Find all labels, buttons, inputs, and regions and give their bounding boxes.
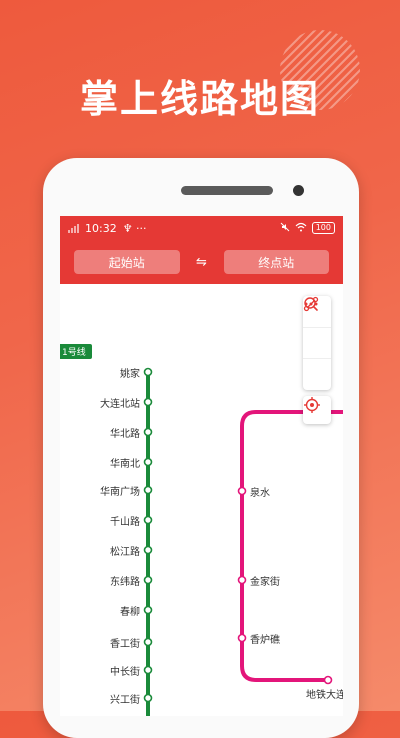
line1-stop-marker[interactable] [143,605,153,615]
route-toolbar: 起始站 ⇋ 终点站 [60,240,343,284]
search-icon[interactable] [303,297,331,359]
line1-station-label[interactable]: 中长街 [110,663,140,678]
signal-icon [68,223,79,233]
start-station-button[interactable]: 起始站 [74,250,180,274]
end-station-button[interactable]: 终点站 [223,250,329,274]
line1-station-label[interactable]: 兴工街 [110,691,140,706]
line2-stop-marker[interactable] [323,675,333,685]
phone-frame: 10:32 ♆ ··· 100 起始站 ⇋ 终点站 1号线 姚家 大连北站 华北… [43,158,359,738]
status-bar: 10:32 ♆ ··· 100 [60,216,343,240]
metro-map-canvas [143,367,343,716]
map-tools-panel [303,296,331,390]
mute-icon [280,222,290,235]
promo-headline: 掌上线路地图 [79,77,320,121]
line1-stop-marker[interactable] [143,457,153,467]
status-extra-icons: ♆ ··· [122,221,147,235]
swap-stations-button[interactable]: ⇋ [190,255,214,270]
line1-stop-marker[interactable] [143,427,153,437]
battery-indicator: 100 [311,222,335,234]
line1-station-label[interactable]: 东纬路 [110,573,140,588]
app-screen: 10:32 ♆ ··· 100 起始站 ⇋ 终点站 1号线 姚家 大连北站 华北… [60,216,343,716]
line1-station-label[interactable]: 姚家 [120,365,140,380]
line2-station-label[interactable]: 泉水 [250,484,270,499]
phone-camera [293,185,304,196]
line2-stop-marker[interactable] [237,486,247,496]
line1-stop-marker[interactable] [143,545,153,555]
line2-station-label[interactable]: 地铁大连 [306,686,343,701]
line1-station-label[interactable]: 华南广场 [100,483,140,498]
line2-stop-marker[interactable] [237,633,247,643]
line1-station-label[interactable]: 春柳 [120,603,140,618]
line1-stop-marker[interactable] [143,665,153,675]
locate-icon[interactable] [303,396,331,424]
line1-station-label[interactable]: 千山路 [110,513,140,528]
line1-stop-marker[interactable] [143,367,153,377]
line1-stop-marker[interactable] [143,575,153,585]
line1-station-label[interactable]: 香工街 [110,635,140,650]
line1-stop-marker[interactable] [143,485,153,495]
status-time: 10:32 [85,221,117,235]
wifi-icon [295,222,307,235]
line1-station-label[interactable]: 华北路 [110,425,140,440]
line1-stop-marker[interactable] [143,397,153,407]
line1-stop-marker[interactable] [143,637,153,647]
line2-station-label[interactable]: 金家街 [250,573,280,588]
line1-stop-marker[interactable] [143,693,153,703]
phone-speaker [181,186,273,195]
line1-station-label[interactable]: 大连北站 [100,395,140,410]
metro-map[interactable]: 1号线 姚家大连北站华北路华南北华南广场千山路松江路东纬路春柳香工街中长街兴工街… [60,284,343,716]
line1-stop-marker[interactable] [143,515,153,525]
line2-station-label[interactable]: 香炉礁 [250,631,280,646]
line2-stop-marker[interactable] [237,575,247,585]
more-icon[interactable] [303,302,331,390]
line1-station-label[interactable]: 华南北 [110,455,140,470]
line1-badge[interactable]: 1号线 [60,344,92,359]
line1-station-label[interactable]: 松江路 [110,543,140,558]
